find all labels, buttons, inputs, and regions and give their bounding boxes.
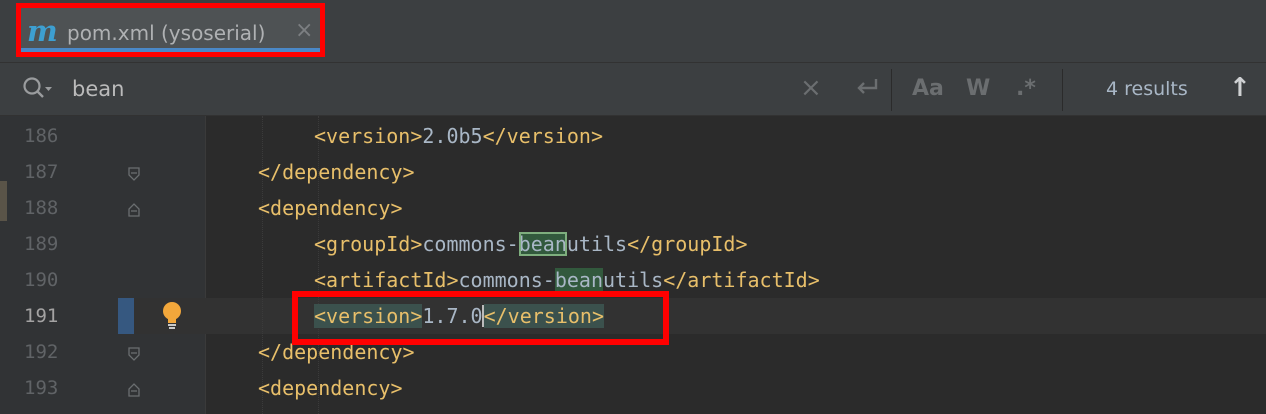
code-line: <dependency> [258,370,403,406]
xml-text: 2.0b5 [422,124,483,148]
whole-words-button[interactable]: W [966,75,990,103]
xml-tag: <dependency> [258,196,403,220]
code-line: </dependency> [258,154,415,190]
tab-pom-xml[interactable]: m pom.xml (ysoserial) × [16,3,325,57]
xml-text: utils [566,232,628,256]
change-marker [0,181,7,221]
line-number: 193 [24,377,59,399]
close-icon[interactable]: × [295,19,313,43]
xml-text: commons- [422,232,519,256]
fold-start-icon[interactable] [128,383,140,397]
find-bar: bean × Aa W .* 4 results ↑ [0,62,1266,116]
xml-text: utils [603,268,664,292]
search-match-current: bean [518,232,567,256]
gutter-divider [205,116,206,414]
xml-tag: <artifactId> [314,268,459,292]
regex-button[interactable]: .* [1016,75,1036,103]
tab-label: pom.xml (ysoserial) [67,21,266,45]
multiline-icon[interactable] [852,73,882,103]
match-case-button[interactable]: Aa [912,75,944,103]
xml-tag: <groupId> [314,232,423,256]
fold-end-icon[interactable] [128,167,140,181]
line-number: 189 [24,233,59,255]
code-line: <dependency> [258,190,403,226]
line-number: 187 [24,161,59,183]
annotation-highlight-box [292,291,669,345]
code-editor[interactable]: 186 187 188 189 190 191 192 193 <version… [0,116,1266,414]
current-line-marker [118,298,134,334]
maven-m-icon: m [27,14,58,48]
code-line: <groupId>commons-beanutils</groupId> [314,226,748,262]
toolbar-separator [891,69,892,111]
xml-tag: <version> [314,124,423,148]
fold-start-icon[interactable] [128,203,140,217]
xml-text: commons- [458,268,555,292]
line-number: 190 [24,269,59,291]
toolbar-separator [1062,69,1063,111]
xml-tag: </version> [482,124,604,148]
search-input[interactable]: bean [72,75,772,103]
xml-tag: <dependency> [258,376,403,400]
line-number: 186 [24,125,59,147]
xml-tag: </dependency> [258,160,415,184]
editor-tab-bar: m pom.xml (ysoserial) × [0,0,1266,62]
xml-tag: </groupId> [627,232,748,256]
clear-search-icon[interactable]: × [800,73,822,103]
code-line: <version>2.0b5</version> [314,118,603,154]
lightbulb-icon[interactable] [160,300,184,330]
line-number-current: 191 [24,305,59,327]
search-icon[interactable] [22,76,52,102]
line-number: 188 [24,197,59,219]
search-match: bean [554,268,603,292]
xml-tag: </artifactId> [663,268,820,292]
fold-end-icon[interactable] [128,347,140,361]
previous-occurrence-icon[interactable]: ↑ [1229,72,1251,104]
active-tab-indicator [21,48,320,52]
line-number: 192 [24,341,59,363]
results-count: 4 results [1106,78,1188,100]
